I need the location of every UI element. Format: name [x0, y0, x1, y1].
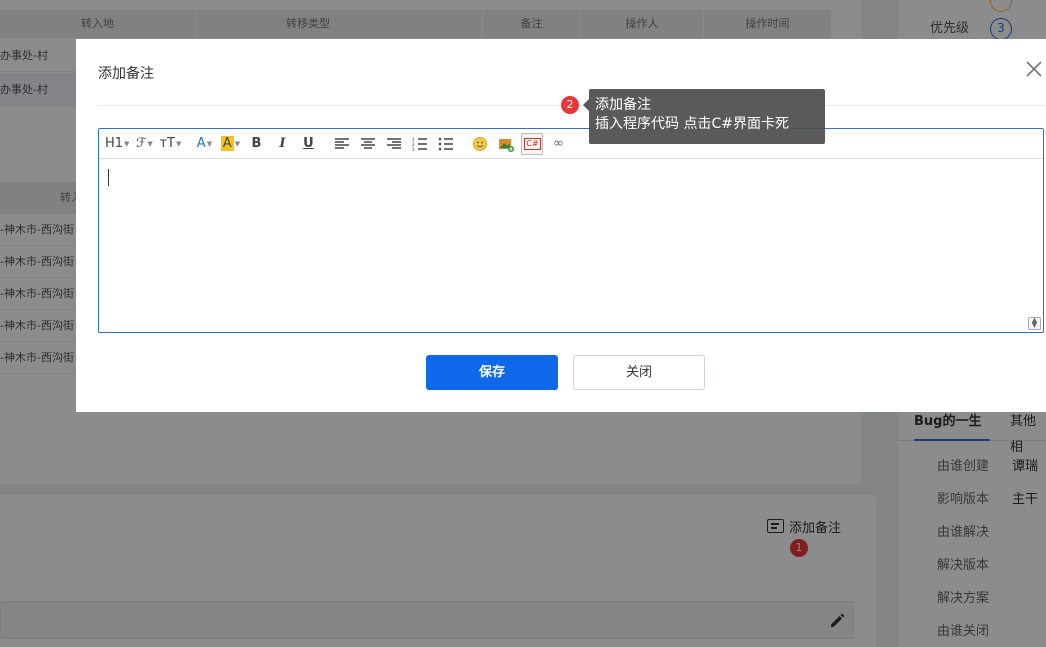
align-right-icon: [387, 137, 402, 149]
annotation-tooltip: 添加备注 插入程序代码 点击C#界面卡死: [583, 89, 825, 144]
tooltip-line-1: 添加备注: [595, 97, 651, 113]
resize-handle[interactable]: ▲ ▼: [1028, 317, 1041, 330]
align-right-button[interactable]: [383, 133, 405, 155]
text-cursor: [108, 169, 109, 186]
font-family-icon: ℱ: [136, 136, 147, 151]
ordered-list-button[interactable]: 123: [409, 133, 431, 155]
svg-text:3: 3: [412, 147, 415, 151]
modal-title: 添加备注: [98, 66, 154, 82]
font-size-button[interactable]: тT ▼: [159, 133, 181, 155]
chevron-down-icon: ▼: [176, 139, 182, 148]
bullet-list-button[interactable]: [435, 133, 457, 155]
editor-content-area[interactable]: ▲ ▼: [99, 160, 1043, 332]
chevron-down-icon: ▼: [206, 139, 213, 148]
ordered-list-icon: 123: [412, 137, 428, 151]
code-icon: C#: [524, 137, 541, 150]
editor-toolbar: H1 ▼ ℱ ▼ тT ▼ A ▼ A ▼ B I U 123 C# ∞: [99, 129, 1043, 159]
insert-code-button[interactable]: C#: [521, 132, 544, 155]
highlight-button[interactable]: A ▼: [219, 133, 241, 155]
emoji-button[interactable]: [469, 133, 491, 155]
save-button[interactable]: 保存: [426, 355, 558, 390]
align-left-button[interactable]: [331, 133, 353, 155]
font-color-button[interactable]: A ▼: [193, 133, 215, 155]
chevron-down-icon: ▼: [124, 139, 130, 148]
align-center-button[interactable]: [357, 133, 379, 155]
bold-button[interactable]: B: [245, 133, 267, 155]
font-color-icon: A: [196, 136, 206, 151]
underline-button[interactable]: U: [297, 133, 319, 155]
align-center-icon: [361, 137, 376, 149]
tooltip-line-2: 插入程序代码 点击C#界面卡死: [595, 116, 789, 132]
chevron-down-icon: ▼: [147, 139, 153, 148]
link-button[interactable]: ∞: [547, 133, 569, 155]
insert-image-button[interactable]: [495, 133, 517, 155]
heading-button[interactable]: H1 ▼: [105, 133, 129, 155]
step-badge-2: 2: [561, 96, 579, 114]
image-icon: [499, 138, 515, 152]
highlight-icon: A: [220, 136, 234, 151]
italic-button[interactable]: I: [271, 133, 293, 155]
add-note-modal: 添加备注 H1 ▼ ℱ ▼ тT ▼ A ▼ A ▼ B I U 123 C# …: [76, 39, 1046, 412]
rich-text-editor: H1 ▼ ℱ ▼ тT ▼ A ▼ A ▼ B I U 123 C# ∞ ▲ ▼: [98, 128, 1044, 333]
align-left-icon: [335, 137, 350, 149]
close-icon[interactable]: [1024, 59, 1044, 79]
chevron-down-icon: ▼: [234, 139, 241, 148]
bullet-list-icon: [439, 137, 454, 150]
close-button[interactable]: 关闭: [573, 355, 705, 390]
heading-icon: H1: [105, 136, 124, 151]
font-family-button[interactable]: ℱ ▼: [133, 133, 155, 155]
link-icon: ∞: [553, 136, 564, 151]
smiley-icon: [473, 136, 488, 151]
font-size-icon: тT: [159, 136, 175, 151]
